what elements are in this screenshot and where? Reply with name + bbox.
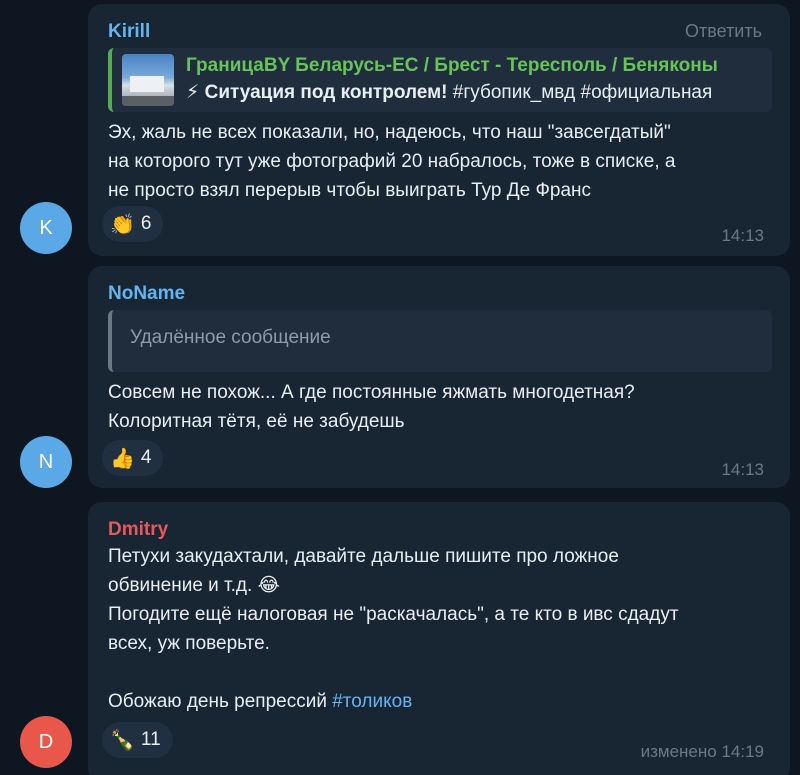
reaction-chip[interactable]: 🍾 11 (102, 722, 173, 758)
edited-label: изменено (640, 742, 717, 761)
message-time: 14:13 (721, 460, 764, 479)
message-time: изменено 14:19 (640, 742, 764, 761)
reply-button[interactable]: Ответить (685, 21, 762, 42)
reaction-chip[interactable]: 👏 6 (102, 206, 164, 242)
message-bubble: Dmitry Петухи закудахтали, давайте дальш… (88, 502, 790, 775)
author-name[interactable]: Dmitry (108, 519, 168, 541)
clapping-hands-icon: 👏 (110, 213, 135, 236)
message-text: Совсем не похож... А где постоянные яжма… (108, 382, 635, 432)
quote-title: ГраницаBY Беларусь-ЕС / Брест - Тереспол… (186, 55, 718, 76)
message-text: Эх, жаль не всех показали, но, надеюсь, … (108, 122, 676, 201)
message-time: 14:13 (721, 226, 764, 245)
message-text: Петухи закудахтали, давайте дальше пишит… (108, 546, 679, 712)
reaction-count: 6 (140, 213, 152, 234)
author-name[interactable]: Kirill (108, 21, 150, 43)
reaction-count: 4 (140, 447, 152, 468)
reply-quote[interactable]: Удалённое сообщение (108, 310, 772, 372)
quote-subtitle: ⚡ Ситуация под контролем! #губопик_мвд #… (186, 82, 713, 103)
chat-feed: K Kirill Ответить ГраницаBY Беларусь-ЕС … (0, 0, 800, 775)
reaction-count: 11 (140, 729, 161, 750)
message-bubble: Kirill Ответить ГраницаBY Беларусь-ЕС / … (88, 4, 790, 256)
hashtag-link[interactable]: #толиков (332, 691, 412, 712)
message-bubble: NoName Удалённое сообщение Совсем не пох… (88, 266, 790, 488)
message-kirill: K Kirill Ответить ГраницаBY Беларусь-ЕС … (20, 0, 800, 260)
champagne-icon: 🍾 (110, 729, 135, 752)
quote-thumbnail (122, 54, 174, 106)
author-name[interactable]: NoName (108, 283, 185, 305)
message-dmitry: D Dmitry Петухи закудахтали, давайте дал… (20, 498, 800, 775)
forwarded-quote[interactable]: ГраницаBY Беларусь-ЕС / Брест - Тереспол… (108, 48, 772, 112)
reaction-chip[interactable]: 👍 4 (102, 440, 164, 476)
avatar[interactable]: D (20, 716, 72, 768)
message-noname: N NoName Удалённое сообщение Совсем не п… (20, 262, 800, 490)
deleted-message-label: Удалённое сообщение (130, 327, 331, 348)
thumbs-up-icon: 👍 (110, 447, 135, 470)
avatar[interactable]: N (20, 436, 72, 488)
avatar[interactable]: K (20, 202, 72, 254)
